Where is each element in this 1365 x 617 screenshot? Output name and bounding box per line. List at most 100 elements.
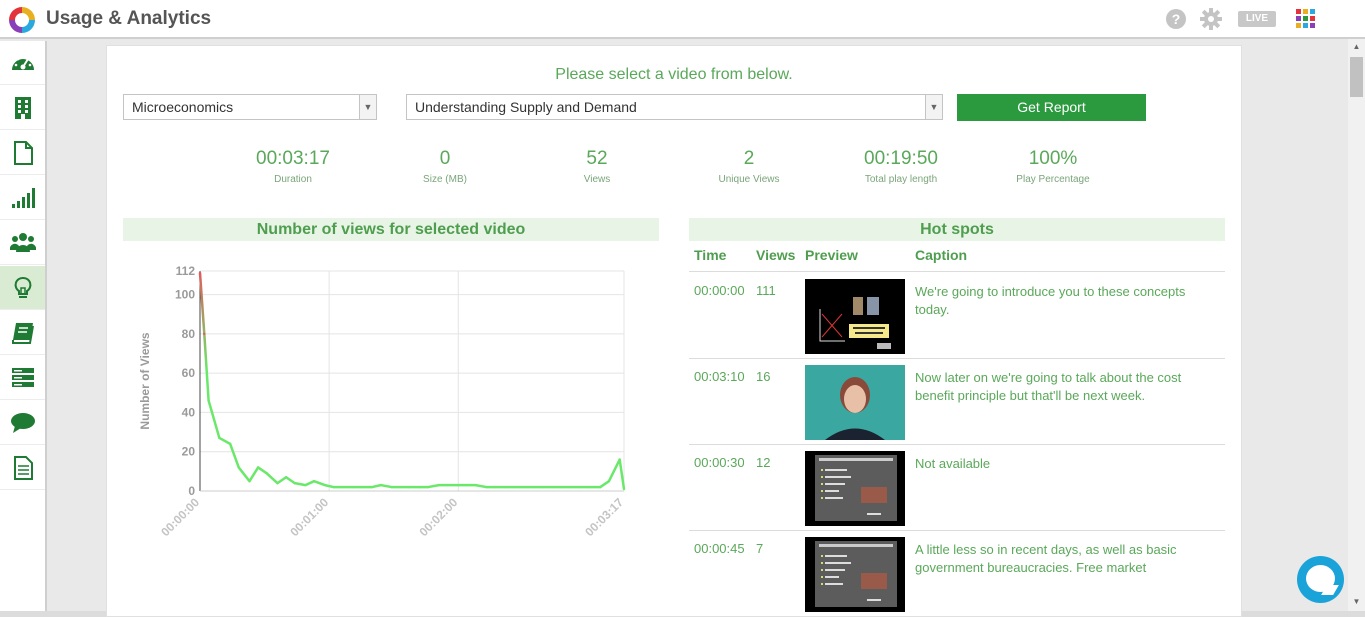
data-point — [207, 399, 210, 402]
data-point — [437, 483, 441, 487]
app-logo-icon[interactable] — [7, 5, 37, 35]
views-series-line — [198, 272, 626, 490]
x-tick-label: 00:01:00 — [287, 495, 331, 539]
sidebar-item-dashboard[interactable] — [0, 41, 45, 85]
header-time[interactable]: Time — [694, 247, 726, 263]
preview-thumbnail[interactable] — [805, 451, 905, 526]
data-point — [379, 483, 382, 487]
sidebar-item-statistics[interactable] — [0, 176, 45, 220]
sidebar — [0, 41, 47, 617]
app-title: Usage & Analytics — [46, 8, 212, 29]
data-point — [485, 485, 488, 489]
data-point — [457, 483, 460, 487]
data-point — [370, 485, 374, 489]
table-row[interactable]: 00:00:45 7 A little less so in recent da… — [689, 531, 1225, 617]
sidebar-item-comments[interactable] — [0, 401, 45, 445]
sidebar-item-analytics[interactable] — [0, 266, 45, 310]
row-time[interactable]: 00:00:30 — [694, 455, 745, 470]
data-point — [579, 485, 583, 489]
views-line-chart: 02040608010011200:00:00 00:01:00 00:02:00 0… — [138, 264, 626, 539]
x-tick-label: 00:02:00 — [417, 495, 461, 539]
app-grid-icon[interactable] — [1296, 8, 1316, 30]
video-select[interactable]: Understanding Supply and Demand ▼ — [406, 94, 943, 120]
get-report-button[interactable]: Get Report — [957, 94, 1146, 121]
data-point — [203, 332, 206, 336]
chevron-down-icon[interactable]: ▼ — [359, 95, 376, 119]
sidebar-item-library[interactable] — [0, 311, 45, 355]
gear-icon[interactable] — [1200, 8, 1222, 30]
data-point — [446, 483, 449, 487]
stat-label: Views — [583, 174, 611, 185]
video-select-value: Understanding Supply and Demand — [415, 99, 637, 115]
stat-label: Play Percentage — [1016, 174, 1090, 185]
chat-bubble-icon[interactable] — [1297, 556, 1344, 603]
data-point — [513, 485, 516, 489]
table-row[interactable]: 00:00:00 111 We're going to introduce yo… — [689, 273, 1225, 359]
data-point — [568, 485, 572, 489]
chevron-down-icon[interactable]: ▼ — [925, 95, 942, 119]
chart-title: Number of views for selected video — [123, 218, 659, 241]
data-point — [398, 485, 402, 489]
table-row[interactable]: 00:03:10 16 Now later on we're going to … — [689, 359, 1225, 445]
stat-label: Duration — [274, 174, 312, 185]
data-point — [560, 485, 563, 489]
preview-thumbnail[interactable] — [805, 365, 905, 440]
row-time[interactable]: 00:00:00 — [694, 283, 745, 298]
x-tick-label: 00:03:17 — [582, 495, 626, 539]
sidebar-item-users[interactable] — [0, 221, 45, 265]
y-tick-label: 20 — [182, 445, 196, 459]
data-point — [360, 485, 363, 489]
data-point — [418, 485, 421, 489]
y-tick-label: 80 — [182, 327, 196, 341]
stat-value: 00:03:17 — [256, 148, 330, 169]
table-row[interactable]: 00:00:30 12 Not available — [689, 445, 1225, 531]
help-circle-icon[interactable]: ? — [1165, 8, 1187, 30]
hotspots-title: Hot spots — [689, 218, 1225, 241]
stat-label: Size (MB) — [423, 174, 467, 185]
sidebar-item-servers[interactable] — [0, 356, 45, 400]
sidebar-item-content[interactable] — [0, 131, 45, 175]
live-badge[interactable]: LIVE — [1238, 11, 1276, 27]
row-views: 7 — [756, 541, 764, 556]
data-point — [588, 485, 591, 489]
header-preview: Preview — [805, 247, 858, 263]
course-select[interactable]: Microeconomics ▼ — [123, 94, 377, 120]
data-point — [541, 485, 544, 489]
course-select-value: Microeconomics — [132, 99, 234, 115]
svg-text:?: ? — [1172, 11, 1181, 27]
row-views: 12 — [756, 455, 771, 470]
row-views: 16 — [756, 369, 771, 384]
header-views[interactable]: Views — [756, 247, 795, 263]
server-stack-icon — [11, 367, 34, 387]
row-time[interactable]: 00:03:10 — [694, 369, 745, 384]
sidebar-item-reports[interactable] — [0, 446, 45, 490]
header-caption: Caption — [915, 247, 968, 263]
scroll-thumb[interactable] — [1350, 57, 1363, 97]
data-point — [551, 485, 555, 489]
vertical-scrollbar[interactable]: ▲ ▼ — [1348, 39, 1365, 611]
row-caption: We're going to introduce you to these co… — [915, 284, 1186, 317]
dashboard-icon — [11, 55, 34, 70]
row-time[interactable]: 00:00:45 — [694, 541, 745, 556]
stat-total-play-length: 00:19:50 Total play length — [826, 148, 976, 185]
data-point — [474, 483, 477, 487]
stat-label: Total play length — [864, 174, 938, 185]
users-group-icon — [9, 232, 36, 252]
y-tick-label: 100 — [175, 288, 195, 302]
data-point — [228, 442, 232, 446]
stat-value: 100% — [1028, 148, 1078, 169]
stat-value: 00:19:50 — [864, 148, 938, 169]
data-point — [390, 485, 393, 489]
scroll-up-icon[interactable]: ▲ — [1351, 42, 1362, 51]
data-point — [332, 485, 335, 489]
data-point — [293, 481, 296, 485]
data-point — [532, 485, 535, 489]
data-point — [407, 485, 410, 489]
scroll-down-icon[interactable]: ▼ — [1351, 597, 1362, 606]
data-point — [256, 466, 260, 469]
preview-thumbnail[interactable] — [805, 279, 905, 354]
preview-thumbnail[interactable] — [805, 537, 905, 612]
sidebar-item-organization[interactable] — [0, 86, 45, 130]
signal-bars-icon — [11, 187, 35, 208]
data-point — [237, 466, 240, 469]
